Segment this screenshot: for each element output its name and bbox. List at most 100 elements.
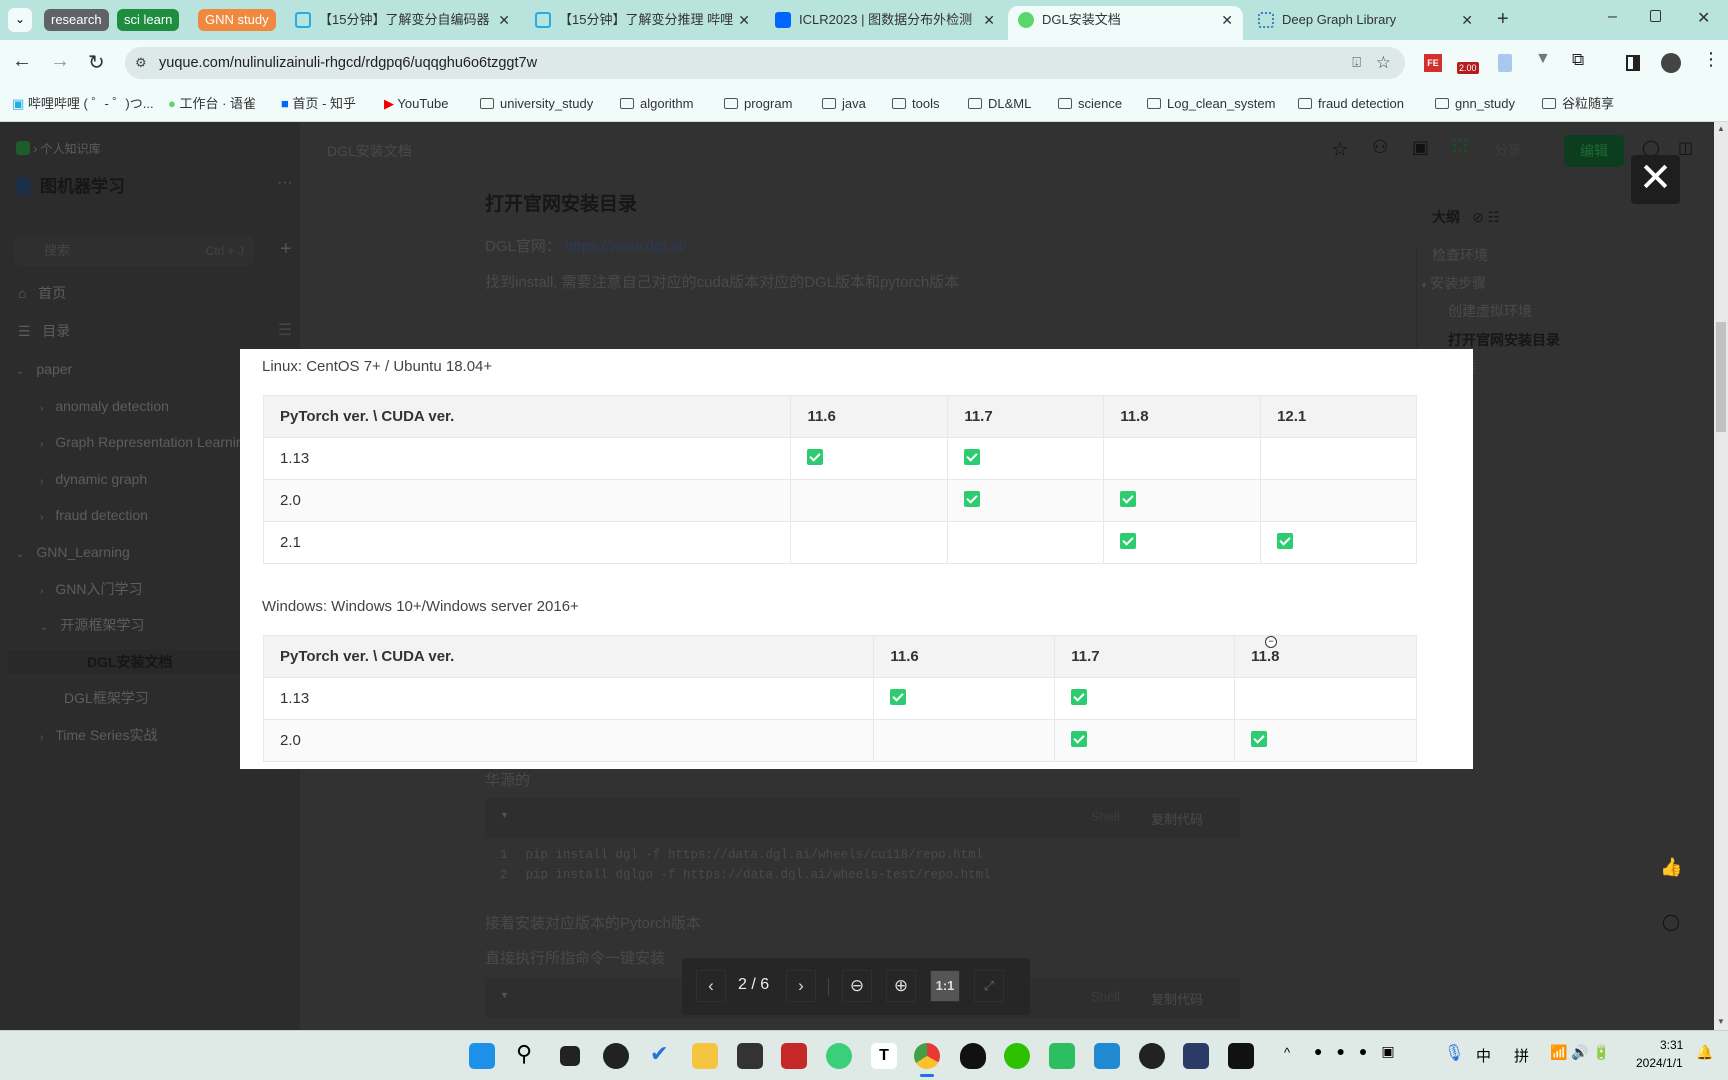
site-info-icon[interactable]: ⚙ [135, 47, 147, 79]
close-tab-icon[interactable]: ✕ [1461, 6, 1473, 34]
profile-avatar[interactable] [1661, 53, 1681, 73]
task-view-icon[interactable] [560, 1046, 580, 1066]
obs-icon[interactable] [1139, 1043, 1165, 1069]
close-preview-button[interactable]: ✕ [1631, 155, 1680, 204]
present-icon[interactable]: ▣ [1412, 137, 1429, 158]
add-icon[interactable]: + [280, 238, 292, 261]
tab-dgl-library[interactable]: Deep Graph Library ✕ [1248, 6, 1483, 40]
qq-icon[interactable] [960, 1043, 986, 1069]
bookmark-yuque[interactable]: ● 工作台 · 语雀 [168, 94, 256, 114]
search-input[interactable]: 搜索 Ctrl + J [14, 236, 254, 266]
zoom-in-button[interactable]: ⊕ [886, 970, 916, 1002]
terminal-icon[interactable] [1228, 1043, 1254, 1069]
bookmark-folder[interactable]: program [724, 94, 792, 114]
chevron-right-icon[interactable]: › [40, 403, 43, 414]
sidebar-tree-item[interactable]: › GNN入门学习 [40, 577, 142, 601]
back-icon[interactable]: ← [12, 50, 32, 73]
bookmark-folder[interactable]: tools [892, 94, 939, 114]
sidebar-tree-item[interactable]: ⌄ GNN_Learning [16, 540, 130, 564]
tab-dgl-install[interactable]: DGL安装文档 ✕ [1008, 6, 1243, 40]
forward-icon[interactable]: → [50, 50, 70, 73]
chevron-right-icon[interactable]: › [40, 512, 43, 523]
next-image-button[interactable]: › [786, 970, 816, 1002]
chrome-icon[interactable] [914, 1043, 940, 1069]
xmind-icon[interactable] [603, 1043, 629, 1069]
bookmark-folder[interactable]: algorithm [620, 94, 693, 114]
chevron-right-icon[interactable]: › [40, 586, 43, 597]
outline-item[interactable]: 创建虚拟环境 [1448, 301, 1532, 321]
chevron-right-icon[interactable]: › [40, 439, 43, 450]
extension-doc-icon[interactable] [1498, 54, 1512, 72]
collapse-icon[interactable]: ▼ [500, 990, 509, 1000]
todo-icon[interactable]: ✔ [650, 1041, 668, 1067]
minimize-button[interactable]: – [1608, 8, 1617, 26]
prev-image-button[interactable]: ‹ [696, 970, 726, 1002]
hide-icon[interactable]: ⊘ [1472, 209, 1484, 225]
toc-toggle-icon[interactable]: ☰ [278, 320, 292, 340]
close-tab-icon[interactable]: ✕ [983, 6, 995, 34]
more-icon[interactable]: ··· [277, 174, 293, 192]
apps-icon[interactable] [1453, 139, 1467, 153]
chevron-right-icon[interactable]: › [40, 476, 43, 487]
tray-expand-icon[interactable]: ^ [1284, 1045, 1290, 1060]
close-tab-icon[interactable]: ✕ [498, 6, 510, 34]
network-volume-battery-icons[interactable]: 📶 🔊 🔋 [1550, 1044, 1610, 1061]
extension-speed-badge[interactable]: 2.00 [1457, 62, 1479, 74]
tray-icons[interactable]: ●●●▣ [1314, 1043, 1409, 1060]
layout-icon[interactable]: ◫ [1678, 138, 1693, 158]
bookmark-folder[interactable]: gnn_study [1435, 94, 1515, 114]
bookmark-folder[interactable]: 谷粒随享 [1542, 94, 1614, 114]
sidebar-tree-item[interactable]: › anomaly detection [40, 394, 169, 418]
tab-group-sci-learn[interactable]: sci learn [117, 9, 180, 31]
bookmark-bilibili[interactable]: ▣ 哔哩哔哩 ( ゜- ゜)つ... [12, 94, 154, 114]
bookmark-folder[interactable]: java [822, 94, 866, 114]
zotero-icon[interactable] [781, 1043, 807, 1069]
sidebar-tree-item[interactable]: › dynamic graph [40, 467, 147, 491]
bookmark-zhihu[interactable]: ■ 首页 - 知乎 [281, 94, 356, 114]
cat-app-icon[interactable] [1183, 1043, 1209, 1069]
typora-icon[interactable] [737, 1043, 763, 1069]
outline-item-active[interactable]: 打开官网安装目录 [1448, 330, 1560, 350]
sidebar-item-toc[interactable]: ☰ 目录 [18, 319, 70, 343]
sidebar-tree-item[interactable]: DGL框架学习 [64, 686, 149, 710]
sidebar-tree-item[interactable]: ⌄ 开源框架学习 [40, 613, 144, 637]
bookmark-folder[interactable]: fraud detection [1298, 94, 1404, 114]
tab-iclr[interactable]: ICLR2023 | 图数据分布外检测 ✕ [765, 6, 1005, 40]
search-icon[interactable]: ⚲ [516, 1041, 532, 1067]
bookmark-folder[interactable]: science [1058, 94, 1122, 114]
copy-code-button[interactable]: 复制代码 [1151, 809, 1203, 828]
menu-icon[interactable]: ⋮ [1702, 49, 1720, 70]
tab-group-research[interactable]: research [44, 9, 109, 31]
outline-list-icon[interactable]: ☷ [1488, 209, 1501, 225]
chevron-down-icon[interactable]: ⌄ [16, 549, 24, 560]
scroll-up-icon[interactable]: ▲ [1717, 124, 1725, 133]
share-button[interactable]: 分享 [1494, 140, 1522, 160]
ime-pinyin[interactable]: 拼 [1514, 1045, 1529, 1066]
microphone-icon[interactable]: 🎙 [1444, 1043, 1464, 1063]
actual-size-button[interactable]: 1:1 [930, 970, 960, 1002]
wechat-green-icon[interactable] [826, 1043, 852, 1069]
ime-mode[interactable]: 中 [1476, 1045, 1491, 1066]
wechat-icon[interactable] [1004, 1043, 1030, 1069]
collapse-icon[interactable]: ▼ [500, 810, 509, 820]
clock-time[interactable]: 3:31 [1660, 1038, 1683, 1052]
scroll-down-icon[interactable]: ▼ [1717, 1017, 1725, 1026]
extensions-puzzle-icon[interactable]: ⧉ [1572, 50, 1584, 70]
outline-item[interactable]: ▼ 安装步骤 [1420, 273, 1486, 293]
bookmark-folder[interactable]: DL&ML [968, 94, 1031, 114]
reload-icon[interactable]: ↻ [88, 50, 105, 75]
add-collaborator-icon[interactable]: ⚇ [1372, 137, 1388, 158]
sidebar-tree-item[interactable]: › Graph Representation Learning [40, 430, 251, 454]
side-panel-icon[interactable] [1626, 55, 1640, 71]
like-icon[interactable]: 👍 [1660, 857, 1682, 878]
evernote-icon[interactable] [1049, 1043, 1075, 1069]
vscode-icon[interactable] [1094, 1043, 1120, 1069]
extension-fe-icon[interactable]: FE [1424, 54, 1442, 72]
comment-float-icon[interactable]: ◯ [1662, 912, 1680, 932]
scroll-thumb[interactable] [1716, 322, 1726, 432]
sidebar-tree-item[interactable]: › fraud detection [40, 503, 148, 527]
site-link[interactable]: https://www.dgl.ai/ [565, 238, 686, 255]
close-tab-icon[interactable]: ✕ [1221, 6, 1233, 34]
chevron-right-icon[interactable]: › [40, 732, 43, 743]
bookmark-youtube[interactable]: ▶ YouTube [384, 94, 448, 114]
